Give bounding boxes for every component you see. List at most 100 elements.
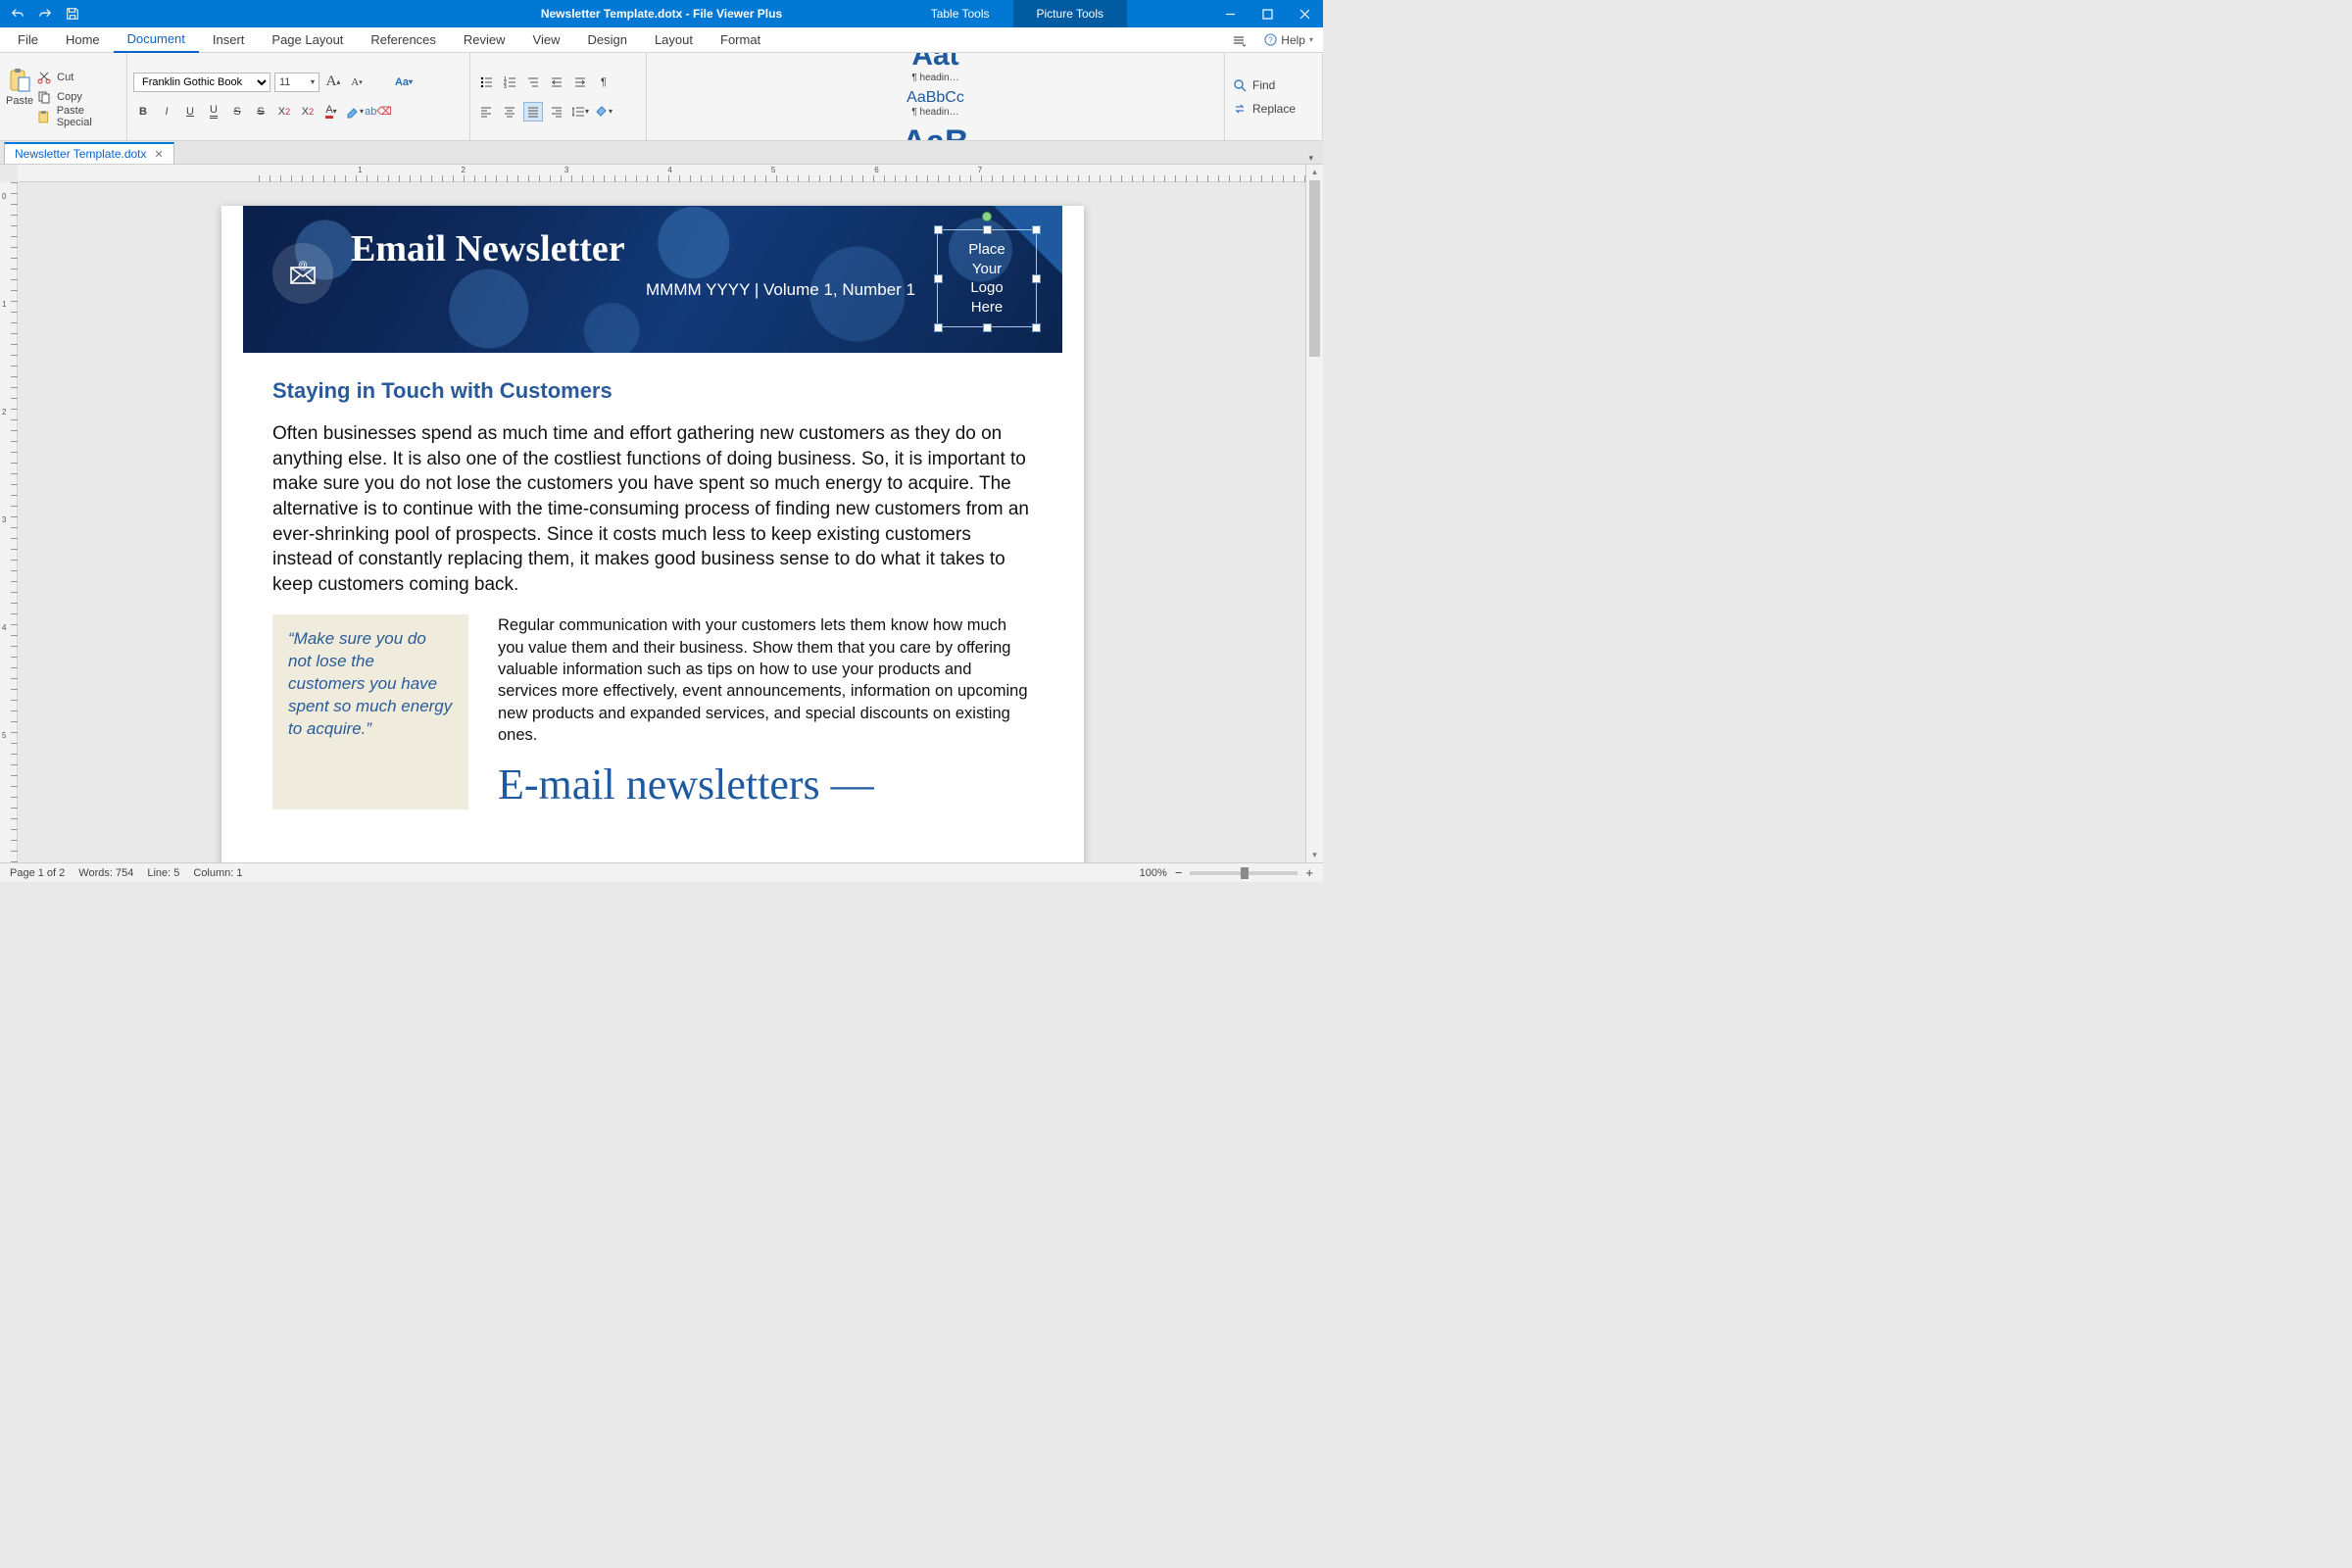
ribbon-clipboard: Paste Cut Copy Paste Special xyxy=(0,53,127,140)
save-button[interactable] xyxy=(63,4,82,24)
zoom-level[interactable]: 100% xyxy=(1140,867,1167,879)
underline-button[interactable]: U xyxy=(180,102,200,122)
window-title: Newsletter Template.dotx - File Viewer P… xyxy=(541,7,782,21)
resize-handle[interactable] xyxy=(934,225,943,234)
menu-review[interactable]: Review xyxy=(450,27,519,53)
show-marks-button[interactable]: ¶ xyxy=(594,73,613,92)
copy-button[interactable]: Copy xyxy=(37,87,121,107)
ribbon-styles: AaBbCcDdE¶ Normal AaBbCc¶ headin… Aat¶ h… xyxy=(647,53,1225,140)
document-tab[interactable]: Newsletter Template.dotx ✕ xyxy=(4,142,174,164)
align-left-button[interactable] xyxy=(476,102,496,122)
find-button[interactable]: Find xyxy=(1233,74,1314,96)
undo-button[interactable] xyxy=(8,4,27,24)
resize-handle[interactable] xyxy=(934,323,943,332)
menu-page-layout[interactable]: Page Layout xyxy=(258,27,357,53)
italic-button[interactable]: I xyxy=(157,102,176,122)
decrease-indent-button[interactable] xyxy=(547,73,566,92)
close-tab-icon[interactable]: ✕ xyxy=(155,148,164,161)
double-strikethrough-button[interactable]: S xyxy=(251,102,270,122)
font-size-select[interactable]: 11▾ xyxy=(274,73,319,92)
vertical-ruler[interactable]: 012345 xyxy=(0,182,18,862)
close-button[interactable] xyxy=(1286,0,1323,27)
table-tools-tab[interactable]: Table Tools xyxy=(907,0,1013,27)
subscript-button[interactable]: X2 xyxy=(298,102,318,122)
menu-document[interactable]: Document xyxy=(114,27,199,53)
paste-special-button[interactable]: Paste Special xyxy=(37,107,121,126)
menu-home[interactable]: Home xyxy=(52,27,114,53)
superscript-button[interactable]: X2 xyxy=(274,102,294,122)
email-icon: @ xyxy=(272,243,333,304)
svg-text:?: ? xyxy=(1268,34,1273,44)
banner-title: Email Newsletter xyxy=(351,227,625,270)
bullets-button[interactable] xyxy=(476,73,496,92)
maximize-button[interactable] xyxy=(1249,0,1286,27)
workspace: 1234567 012345 ▴ ▾ @ Email Newsletter MM… xyxy=(0,165,1323,862)
ribbon-options-icon[interactable] xyxy=(1229,30,1249,50)
highlight-button[interactable]: ▾ xyxy=(345,102,365,122)
menu-design[interactable]: Design xyxy=(573,27,640,53)
change-case-button[interactable]: Aa▾ xyxy=(394,73,414,92)
vertical-scrollbar[interactable]: ▴ ▾ xyxy=(1305,165,1323,862)
resize-handle[interactable] xyxy=(1032,274,1041,283)
zoom-out-button[interactable]: − xyxy=(1175,865,1183,880)
status-words[interactable]: Words: 754 xyxy=(78,867,133,879)
menu-layout[interactable]: Layout xyxy=(641,27,707,53)
pull-quote: “Make sure you do not lose the customers… xyxy=(272,614,468,809)
bold-button[interactable]: B xyxy=(133,102,153,122)
style-heading3[interactable]: AaBbCc¶ headin… xyxy=(900,86,971,121)
font-color-button[interactable]: A▾ xyxy=(321,102,341,122)
menu-insert[interactable]: Insert xyxy=(199,27,259,53)
document-tabs: Newsletter Template.dotx ✕ ▾ xyxy=(0,141,1323,165)
numbering-button[interactable]: 123 xyxy=(500,73,519,92)
align-right-button[interactable] xyxy=(547,102,566,122)
strikethrough-button[interactable]: S xyxy=(227,102,247,122)
clear-format-button[interactable]: ab⌫ xyxy=(368,102,388,122)
resize-handle[interactable] xyxy=(1032,323,1041,332)
menu-view[interactable]: View xyxy=(519,27,574,53)
align-center-button[interactable] xyxy=(500,102,519,122)
resize-handle[interactable] xyxy=(934,274,943,283)
ribbon-editing: Find Replace xyxy=(1225,53,1323,140)
double-underline-button[interactable]: U xyxy=(204,102,223,122)
font-name-select[interactable]: Franklin Gothic Book xyxy=(133,73,270,92)
rotate-handle[interactable] xyxy=(982,212,992,221)
status-bar: Page 1 of 2 Words: 754 Line: 5 Column: 1… xyxy=(0,862,1323,882)
ribbon-font: Franklin Gothic Book 11▾ A▴ A▾ Aa▾ B I U… xyxy=(127,53,470,140)
zoom-in-button[interactable]: + xyxy=(1305,865,1313,880)
document-page[interactable]: @ Email Newsletter MMMM YYYY | Volume 1,… xyxy=(221,206,1084,862)
resize-handle[interactable] xyxy=(983,323,992,332)
shading-button[interactable]: ▾ xyxy=(594,102,613,122)
multilevel-button[interactable] xyxy=(523,73,543,92)
ribbon-paragraph: 123 ¶ ▾ ▾ xyxy=(470,53,647,140)
replace-button[interactable]: Replace xyxy=(1233,98,1314,120)
cut-button[interactable]: Cut xyxy=(37,68,121,87)
style-heading2[interactable]: Aat¶ headin… xyxy=(901,53,971,86)
minimize-button[interactable] xyxy=(1211,0,1249,27)
menu-format[interactable]: Format xyxy=(707,27,774,53)
horizontal-ruler[interactable]: 1234567 xyxy=(18,165,1305,182)
menu-file[interactable]: File xyxy=(4,27,52,53)
redo-button[interactable] xyxy=(35,4,55,24)
newsletter-banner: @ Email Newsletter MMMM YYYY | Volume 1,… xyxy=(243,206,1062,353)
body-paragraph: Regular communication with your customer… xyxy=(498,614,1033,746)
menu-bar: File Home Document Insert Page Layout Re… xyxy=(0,27,1323,53)
resize-handle[interactable] xyxy=(983,225,992,234)
status-page[interactable]: Page 1 of 2 xyxy=(10,867,65,879)
menu-references[interactable]: References xyxy=(357,27,449,53)
help-button[interactable]: ? Help ▾ xyxy=(1264,33,1313,47)
zoom-slider[interactable] xyxy=(1190,871,1298,875)
resize-handle[interactable] xyxy=(1032,225,1041,234)
shrink-font-button[interactable]: A▾ xyxy=(347,73,367,92)
increase-indent-button[interactable] xyxy=(570,73,590,92)
status-column: Column: 1 xyxy=(193,867,242,879)
picture-tools-tab[interactable]: Picture Tools xyxy=(1013,0,1127,27)
paste-button[interactable]: Paste xyxy=(6,68,33,126)
tabs-dropdown-icon[interactable]: ▾ xyxy=(1308,153,1313,164)
svg-text:@: @ xyxy=(298,261,308,271)
style-heading4[interactable]: AaB¶ headin… xyxy=(895,121,975,141)
align-justify-button[interactable] xyxy=(523,102,543,122)
svg-text:3: 3 xyxy=(504,84,507,89)
section-heading: Staying in Touch with Customers xyxy=(272,378,1033,404)
grow-font-button[interactable]: A▴ xyxy=(323,73,343,92)
line-spacing-button[interactable]: ▾ xyxy=(570,102,590,122)
